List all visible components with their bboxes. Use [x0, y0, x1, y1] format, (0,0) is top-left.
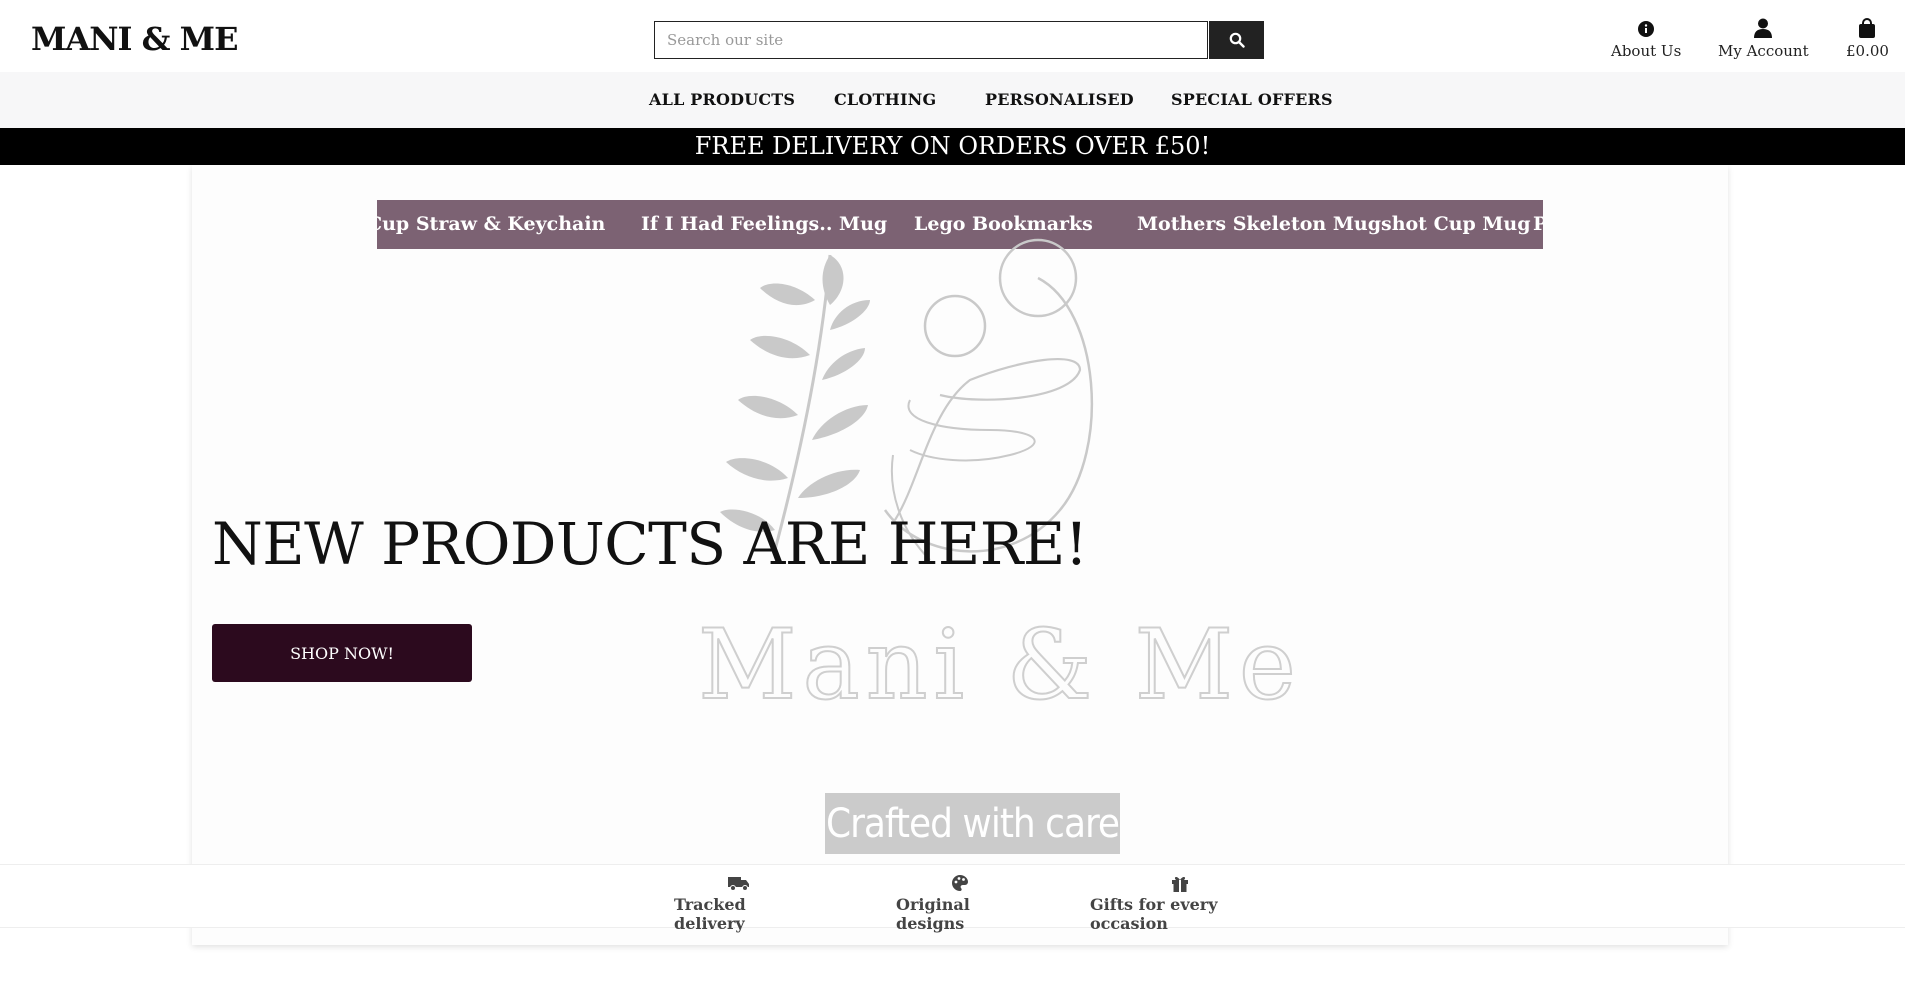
- nav-special-offers[interactable]: SPECIAL OFFERS: [1171, 90, 1333, 109]
- free-delivery-banner: FREE DELIVERY ON ORDERS OVER £50!: [0, 128, 1905, 165]
- hero-title: NEW PRODUCTS ARE HERE!: [212, 510, 1088, 578]
- feature-label: Gifts for every occasion: [1090, 895, 1218, 933]
- feature-gifts: Gifts for every occasion: [1090, 873, 1270, 933]
- basket-link[interactable]: £0.00: [1846, 16, 1889, 60]
- main-nav: ALL PRODUCTS CLOTHING PERSONALISED SPECI…: [0, 72, 1905, 128]
- about-us-label: About Us: [1611, 42, 1682, 60]
- info-icon: [1637, 16, 1655, 38]
- palette-icon: [951, 873, 969, 893]
- shopping-bag-icon: [1858, 16, 1876, 38]
- features-strip: Tracked delivery Original designs Gifts …: [0, 864, 1905, 933]
- shop-now-button[interactable]: SHOP NOW!: [212, 624, 472, 682]
- nav-clothing[interactable]: CLOTHING: [834, 90, 936, 109]
- gift-icon: [1171, 873, 1189, 893]
- nav-all-products[interactable]: ALL PRODUCTS: [649, 90, 795, 109]
- my-account-link[interactable]: My Account: [1718, 16, 1809, 60]
- feature-original-designs: Original designs: [896, 873, 1024, 933]
- top-header: MANI & ME About Us My Account £0.00: [0, 0, 1905, 72]
- ticker-item[interactable]: P: [1533, 213, 1543, 235]
- my-account-label: My Account: [1718, 42, 1809, 60]
- truck-icon: [728, 873, 750, 893]
- feature-label: Original designs: [896, 895, 970, 933]
- search-bar: [654, 21, 1264, 59]
- watermark-text: Mani & Me: [698, 609, 1302, 721]
- site-logo[interactable]: MANI & ME: [31, 20, 238, 58]
- feature-label: Tracked delivery: [674, 895, 746, 933]
- search-button[interactable]: [1209, 21, 1264, 59]
- nav-personalised[interactable]: PERSONALISED: [985, 90, 1134, 109]
- user-icon: [1754, 16, 1773, 38]
- crafted-with-care-badge: Crafted with care: [825, 793, 1120, 854]
- feature-tracked-delivery: Tracked delivery: [674, 873, 804, 933]
- ticker-item[interactable]: Cup Straw & Keychain: [377, 213, 605, 235]
- search-input[interactable]: [654, 21, 1208, 59]
- search-icon: [1229, 32, 1245, 48]
- about-us-link[interactable]: About Us: [1611, 16, 1681, 60]
- basket-total: £0.00: [1846, 42, 1889, 60]
